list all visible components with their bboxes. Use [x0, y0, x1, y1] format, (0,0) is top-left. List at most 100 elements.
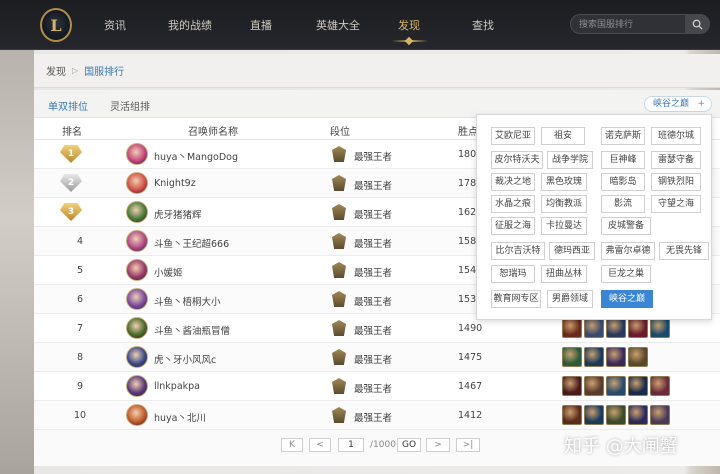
server-option[interactable]: 巨龙之巢 — [601, 265, 651, 283]
server-option[interactable]: 守望之海 — [651, 195, 701, 213]
avatar[interactable] — [126, 404, 148, 426]
summoner-name[interactable]: 小媛姬 — [154, 265, 183, 279]
server-option[interactable]: 德玛西亚 — [549, 242, 595, 260]
region-select[interactable]: 峡谷之巅 + — [644, 96, 712, 112]
champion-icon[interactable] — [562, 405, 582, 425]
nav-item-live[interactable]: 直播 — [250, 17, 272, 33]
champion-icon[interactable] — [606, 318, 626, 338]
champion-icon[interactable] — [606, 347, 626, 367]
server-option[interactable]: 战争学院 — [547, 151, 593, 169]
server-option[interactable]: 征服之海 — [491, 217, 535, 235]
server-option[interactable]: 弗雷尔卓德 — [601, 242, 655, 260]
table-row[interactable]: 10 huya丶北川 最强王者 1412 — [34, 401, 720, 430]
breadcrumb-separator-icon: ▷ — [72, 66, 79, 75]
tab-solo-duo[interactable]: 单双排位 — [48, 98, 88, 113]
search-button[interactable] — [685, 14, 709, 34]
tier-name: 最强王者 — [354, 413, 393, 424]
champion-icon[interactable] — [628, 405, 648, 425]
header-rank: 排名 — [62, 127, 82, 138]
page-input[interactable]: 1 — [338, 438, 364, 452]
nav-item-news[interactable]: 资讯 — [104, 17, 126, 33]
champion-icon[interactable] — [562, 347, 582, 367]
avatar[interactable] — [126, 201, 148, 223]
server-option[interactable]: 比尔吉沃特 — [491, 242, 545, 260]
server-option[interactable]: 钢铁烈阳 — [651, 173, 701, 191]
avatar[interactable] — [126, 375, 148, 397]
nav-item-discover[interactable]: 发现 — [398, 17, 420, 33]
champion-icon[interactable] — [562, 376, 582, 396]
champion-icon[interactable] — [628, 318, 648, 338]
prev-page-button[interactable]: < — [309, 438, 331, 452]
summoner-name[interactable]: 虎牙猪猪辉 — [154, 207, 202, 221]
champion-icon[interactable] — [606, 405, 626, 425]
first-page-button[interactable]: K — [281, 438, 303, 452]
champion-icon[interactable] — [584, 318, 604, 338]
table-row[interactable]: 8 虎丶牙小风风c 最强王者 1475 — [34, 343, 720, 372]
summoner-name[interactable]: llnkpakpa — [154, 381, 200, 392]
table-row[interactable]: 9 llnkpakpa 最强王者 1467 — [34, 372, 720, 401]
go-button[interactable]: GO — [397, 438, 421, 452]
summoner-name[interactable]: 斗鱼丶梧桐大小 — [154, 294, 221, 308]
server-option[interactable]: 班德尔城 — [651, 127, 701, 145]
challenger-tier-icon — [332, 407, 346, 423]
avatar[interactable] — [126, 230, 148, 252]
lol-logo-icon[interactable]: L — [40, 8, 72, 42]
champion-icon[interactable] — [628, 376, 648, 396]
summoner-name[interactable]: Knight9z — [154, 178, 196, 189]
champion-icon[interactable] — [650, 318, 670, 338]
avatar[interactable] — [126, 172, 148, 194]
champion-icon[interactable] — [628, 347, 648, 367]
champion-icon[interactable] — [584, 347, 604, 367]
last-page-button[interactable]: >| — [456, 438, 480, 452]
total-pages: /1000 — [370, 440, 396, 450]
server-option[interactable]: 诺克萨斯 — [601, 127, 645, 145]
avatar[interactable] — [126, 259, 148, 281]
champion-icon[interactable] — [650, 405, 670, 425]
server-option[interactable]: 无畏先锋 — [659, 242, 709, 260]
champion-icon[interactable] — [650, 376, 670, 396]
summoner-name[interactable]: huya丶北川 — [154, 410, 206, 424]
server-option[interactable]: 皮城警备 — [601, 217, 651, 235]
champion-icon[interactable] — [606, 376, 626, 396]
summoner-name[interactable]: 斗鱼丶酱油瓶冒僧 — [154, 323, 230, 337]
tab-flex[interactable]: 灵活组排 — [110, 98, 150, 113]
server-option[interactable]: 雷瑟守备 — [651, 151, 701, 169]
breadcrumb-parent[interactable]: 发现 — [46, 63, 66, 78]
server-option[interactable]: 卡拉曼达 — [541, 217, 587, 235]
rank-number: 10 — [73, 410, 87, 421]
server-option[interactable]: 皮尔特沃夫 — [491, 151, 543, 169]
nav-item-search[interactable]: 查找 — [472, 17, 494, 33]
server-option[interactable]: 峡谷之巅 — [601, 290, 653, 308]
server-option[interactable]: 均衡教派 — [541, 195, 587, 213]
server-option[interactable]: 黑色玫瑰 — [541, 173, 587, 191]
next-page-button[interactable]: > — [426, 438, 450, 452]
server-option[interactable]: 裁决之地 — [491, 173, 535, 191]
server-option[interactable]: 暗影岛 — [601, 173, 645, 191]
server-option[interactable]: 恕瑞玛 — [491, 265, 535, 283]
avatar[interactable] — [126, 143, 148, 165]
rank-medal-icon: 1 — [60, 145, 82, 163]
avatar[interactable] — [126, 317, 148, 339]
nav-item-champions[interactable]: 英雄大全 — [316, 17, 360, 33]
champion-icon[interactable] — [584, 376, 604, 396]
champion-icon[interactable] — [562, 318, 582, 338]
avatar[interactable] — [126, 346, 148, 368]
server-option[interactable]: 影流 — [601, 195, 645, 213]
server-option[interactable]: 男爵领域 — [547, 290, 593, 308]
summoner-name[interactable]: 虎丶牙小风风c — [154, 352, 216, 366]
nav-item-my-record[interactable]: 我的战绩 — [168, 17, 212, 33]
server-option[interactable]: 祖安 — [541, 127, 585, 145]
points: 1490 — [458, 323, 483, 334]
rank-number: 9 — [76, 381, 84, 392]
summoner-name[interactable]: huya丶MangoDog — [154, 149, 238, 163]
server-option[interactable]: 扭曲丛林 — [541, 265, 587, 283]
server-option[interactable]: 水晶之痕 — [491, 195, 535, 213]
summoner-name[interactable]: 斗鱼丶王纪超666 — [154, 236, 229, 250]
header-summoner-name: 召唤师名称 — [188, 127, 238, 138]
avatar[interactable] — [126, 288, 148, 310]
server-option[interactable]: 艾欧尼亚 — [491, 127, 535, 145]
search-input[interactable] — [579, 18, 685, 32]
server-option[interactable]: 教育网专区 — [491, 290, 541, 308]
champion-icon[interactable] — [584, 405, 604, 425]
server-option[interactable]: 巨神峰 — [601, 151, 645, 169]
